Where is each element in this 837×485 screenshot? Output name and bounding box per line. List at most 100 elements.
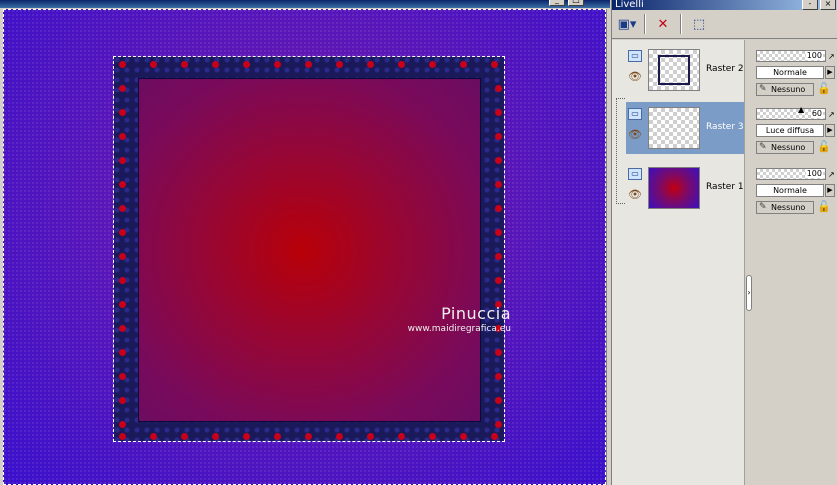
frame-ornament [429,61,436,68]
frame-ornament [305,433,312,440]
frame-ornament [243,61,250,68]
frame-ornament [119,157,126,164]
chevron-right-icon[interactable]: ▶ [825,184,835,197]
frame-ornament [495,205,502,212]
frame-ornament [495,229,502,236]
frame-ornament [336,61,343,68]
layer-row-raster-3[interactable]: ▭ 👁 Raster 3 [626,102,744,154]
panel-splitter[interactable]: › [745,40,754,485]
opacity-slider[interactable]: 60 [756,108,826,120]
layer-props-raster-1: 100 ↗ Normale ▶ ✎ Nessuno 🔓 [756,162,836,216]
frame-ornament [119,433,126,440]
frame-ornament [367,433,374,440]
layer-row-raster-1[interactable]: ▭ 👁 Raster 1 [626,162,744,214]
frame-ornament [119,61,126,68]
frame-ornament [495,109,502,116]
canvas-titlebar: _ □ [0,0,610,8]
layer-props-raster-3: 60 ▲ ↗ Luce diffusa ▶ ✎ Nessuno 🔓 [756,102,836,156]
layer-type-icon[interactable]: ▭ [628,168,642,180]
layers-toolbar: ▣▾ ✕ ⬚ [612,10,837,39]
frame-ornament [336,433,343,440]
frame-ornament [305,61,312,68]
vertical-scrollbar[interactable] [606,9,610,485]
lock-icon[interactable]: 🔓 [816,199,832,215]
opacity-arrow-icon[interactable]: ↗ [828,52,835,61]
blend-mode-select[interactable]: Normale [756,184,824,197]
watermark-name: Pinuccia [441,304,511,323]
lock-icon[interactable]: 🔓 [816,81,832,97]
frame-ornament [150,61,157,68]
layer-props-raster-2: 100 ↗ Normale ▶ ✎ Nessuno 🔓 [756,44,836,98]
canvas-window: _ □ Pinuccia www.maidiregrafica.eu [0,0,610,485]
thumbnail-frame [658,55,690,85]
frame-ornament [495,253,502,260]
frame-ornament [495,85,502,92]
eye-icon[interactable]: 👁 [628,71,642,82]
frame-ornament [119,397,126,404]
mask-value: Nessuno [771,203,806,212]
lock-icon[interactable]: 🔓 [816,139,832,155]
layer-name: Raster 3 [706,122,744,132]
frame-ornament [495,373,502,380]
selection-icon[interactable]: ⬚ [688,14,710,34]
layer-name: Raster 2 [706,64,744,74]
new-layer-icon[interactable]: ▣▾ [616,14,638,34]
opacity-value: 100 [805,169,823,178]
minimize-icon[interactable]: _ [549,0,565,6]
opacity-slider[interactable]: 100 [756,168,826,180]
maximize-icon[interactable]: □ [568,0,584,6]
splitter-grip-icon[interactable]: › [746,275,752,311]
layer-type-icon[interactable]: ▭ [628,108,642,120]
opacity-value: 60 [810,109,823,118]
opacity-arrow-icon[interactable]: ↗ [828,170,835,179]
pin-icon[interactable]: - [802,0,818,10]
frame-ornament [119,229,126,236]
frame-ornament [119,373,126,380]
frame-ornament [119,277,126,284]
frame-ornament [495,277,502,284]
opacity-slider[interactable]: 100 [756,50,826,62]
frame-ornament [495,421,502,428]
eye-icon[interactable]: 👁 [628,129,642,140]
layer-name: Raster 1 [706,182,744,192]
brush-icon: ✎ [759,142,767,152]
mask-field[interactable]: ✎ Nessuno [756,141,814,154]
frame-ornament [491,61,498,68]
frame-ornament [119,85,126,92]
frame-ornament [119,133,126,140]
frame-ornament [119,109,126,116]
eye-icon[interactable]: 👁 [628,189,642,200]
image-canvas[interactable]: Pinuccia www.maidiregrafica.eu [3,9,606,485]
frame-ornament [119,181,126,188]
frame-ornament [212,61,219,68]
brush-icon: ✎ [759,202,767,212]
layers-list: ▭ 👁 Raster 2 ▭ 👁 Raster 3 ▭ 👁 Raster 1 [612,40,745,485]
frame-ornament [495,157,502,164]
layer-thumbnail [648,107,700,149]
watermark: Pinuccia www.maidiregrafica.eu [381,304,511,334]
frame-ornament [367,61,374,68]
blend-mode-select[interactable]: Normale [756,66,824,79]
chevron-right-icon[interactable]: ▶ [825,124,835,137]
layer-type-icon[interactable]: ▭ [628,50,642,62]
delete-layer-icon[interactable]: ✕ [652,14,674,34]
mask-field[interactable]: ✎ Nessuno [756,83,814,96]
mask-value: Nessuno [771,143,806,152]
frame-ornament [495,133,502,140]
layer-row-raster-2[interactable]: ▭ 👁 Raster 2 [626,44,744,96]
frame-ornament [429,433,436,440]
layer-thumbnail [648,49,700,91]
layers-palette: Livelli - × ▣▾ ✕ ⬚ ▭ 👁 Raster 2 ▭ 👁 Rast… [611,0,837,485]
frame-center [138,78,481,422]
close-icon[interactable]: × [820,0,836,10]
frame-ornament [495,397,502,404]
opacity-arrow-icon[interactable]: ↗ [828,110,835,119]
mask-field[interactable]: ✎ Nessuno [756,201,814,214]
layer-properties: 100 ↗ Normale ▶ ✎ Nessuno 🔓 60 ▲ ↗ Luce d… [754,40,837,485]
layers-titlebar: Livelli - × [612,0,837,10]
blend-mode-select[interactable]: Luce diffusa [756,124,824,137]
toolbar-separator [644,14,646,34]
slider-thumb-icon[interactable]: ▲ [798,106,804,114]
chevron-right-icon[interactable]: ▶ [825,66,835,79]
opacity-value: 100 [805,51,823,60]
